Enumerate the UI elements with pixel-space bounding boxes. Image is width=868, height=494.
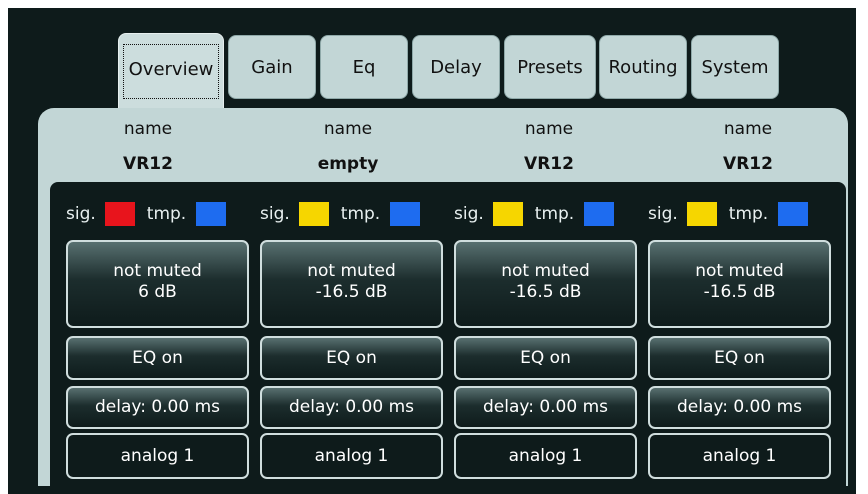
temperature-indicator [196,202,227,226]
channel-3-mute-button[interactable]: not muted -16.5 dB [454,240,637,328]
channel-1-name: name VR12 [58,112,238,182]
channel-3-name-value: VR12 [524,154,574,174]
signal-indicator [298,202,329,226]
mute-state: not muted [113,261,202,281]
channel-2-name: name empty [258,112,438,182]
mute-state: not muted [695,261,784,281]
channel-1-eq-button[interactable]: EQ on [66,336,249,380]
tab-presets[interactable]: Presets [504,35,596,99]
tab-overview-label: Overview [123,43,219,99]
channel-4-eq-button[interactable]: EQ on [648,336,831,380]
gain-value: 6 dB [138,282,177,302]
temperature-indicator [390,202,421,226]
channel-2-name-value: empty [317,154,379,174]
channel-4-name-label: name [723,119,773,139]
channel-2-source-button[interactable]: analog 1 [260,433,443,479]
channel-4-name: name VR12 [658,112,838,182]
channel-1-name-label: name [123,119,173,139]
channel-2-mute-button[interactable]: not muted -16.5 dB [260,240,443,328]
channel-1-delay-button[interactable]: delay: 0.00 ms [66,386,249,429]
tab-eq[interactable]: Eq [320,35,408,99]
channel-3-delay-button[interactable]: delay: 0.00 ms [454,386,637,429]
gain-value: -16.5 dB [703,282,776,302]
tmp-label: tmp. [146,204,187,224]
sig-label: sig. [648,204,678,224]
tab-gain[interactable]: Gain [228,35,316,99]
channel-3-eq-button[interactable]: EQ on [454,336,637,380]
channel-1-name-value: VR12 [123,154,173,174]
gain-value: -16.5 dB [315,282,388,302]
signal-indicator [104,202,135,226]
channel-2-name-label: name [323,119,373,139]
channel-1-source-button[interactable]: analog 1 [66,433,249,479]
mute-state: not muted [501,261,590,281]
channel-2-delay-button[interactable]: delay: 0.00 ms [260,386,443,429]
channel-4-source-button[interactable]: analog 1 [648,433,831,479]
channel-4-mute-button[interactable]: not muted -16.5 dB [648,240,831,328]
channel-4-delay-button[interactable]: delay: 0.00 ms [648,386,831,429]
channel-3-name: name VR12 [459,112,639,182]
tab-delay[interactable]: Delay [412,35,500,99]
gain-value: -16.5 dB [509,282,582,302]
signal-indicator [686,202,717,226]
channel-3-source-button[interactable]: analog 1 [454,433,637,479]
tmp-label: tmp. [534,204,575,224]
tab-overview[interactable]: Overview [118,33,224,109]
channel-3-indicators: sig. tmp. [454,200,615,228]
signal-indicator [492,202,523,226]
temperature-indicator [584,202,615,226]
tab-routing[interactable]: Routing [599,35,687,99]
mute-state: not muted [307,261,396,281]
channel-3-name-label: name [524,119,574,139]
channel-1-mute-button[interactable]: not muted 6 dB [66,240,249,328]
tmp-label: tmp. [728,204,769,224]
channel-4-name-value: VR12 [723,154,773,174]
tmp-label: tmp. [340,204,381,224]
channel-4-indicators: sig. tmp. [648,200,809,228]
sig-label: sig. [260,204,290,224]
sig-label: sig. [454,204,484,224]
channel-2-eq-button[interactable]: EQ on [260,336,443,380]
sig-label: sig. [66,204,96,224]
channel-1-indicators: sig. tmp. [66,200,227,228]
temperature-indicator [778,202,809,226]
tab-system[interactable]: System [691,35,779,99]
channel-2-indicators: sig. tmp. [260,200,421,228]
